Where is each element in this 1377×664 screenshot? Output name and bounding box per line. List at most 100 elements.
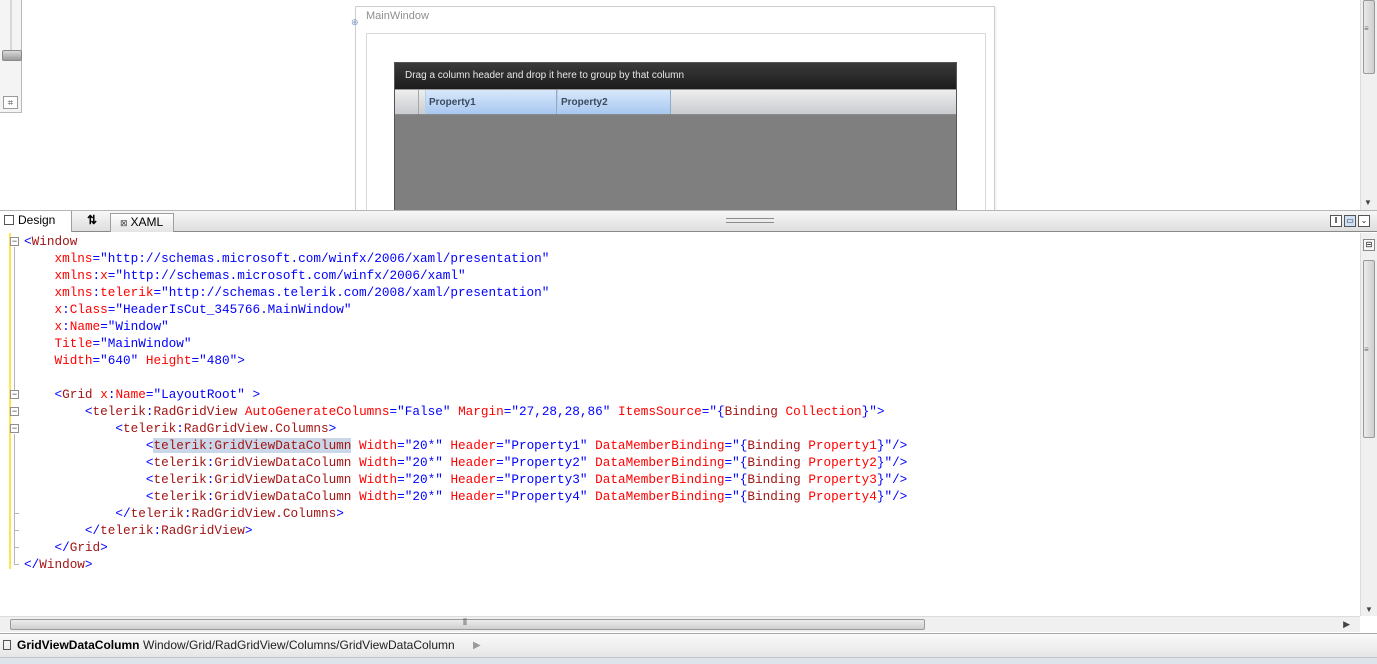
code-token: Binding: [724, 404, 778, 419]
code-token: ="MainWindow": [92, 336, 192, 351]
code-line[interactable]: </telerik:RadGridView.Columns>: [24, 505, 907, 522]
tab-design[interactable]: Design: [0, 211, 72, 232]
code-line[interactable]: [24, 369, 907, 386]
code-token: Height: [145, 353, 192, 368]
code-token: xmlns: [54, 251, 93, 266]
move-handle-icon[interactable]: ⊕: [351, 17, 359, 28]
code-line[interactable]: <telerik:GridViewDataColumn Width="20*" …: [24, 488, 907, 505]
column-header-property1[interactable]: Property1: [425, 90, 557, 114]
code-line[interactable]: Title="MainWindow": [24, 335, 907, 352]
code-token: telerik: [130, 506, 184, 521]
code-line[interactable]: </Window>: [24, 556, 907, 573]
code-token: GridViewDataColumn: [214, 489, 352, 504]
code-line[interactable]: x:Name="Window": [24, 318, 907, 335]
code-token: :: [176, 421, 184, 436]
swap-panes-icon[interactable]: ⇅: [78, 211, 106, 232]
editor-hscroll-thumb[interactable]: [10, 619, 925, 630]
zoom-fit-icon[interactable]: ⌗: [3, 96, 18, 109]
code-token: RadGridView.Columns: [183, 421, 329, 436]
code-line[interactable]: </telerik:RadGridView>: [24, 522, 907, 539]
code-line[interactable]: <telerik:GridViewDataColumn Width="20*" …: [24, 437, 907, 454]
code-token: ="{: [724, 438, 748, 453]
fold-toggle-radgridview[interactable]: −: [10, 407, 19, 416]
split-editor-button[interactable]: ⊟: [1363, 239, 1375, 251]
design-surface[interactable]: ⌗ ⊕ MainWindow Drag a column header and …: [0, 0, 1377, 210]
xaml-code[interactable]: <Window xmlns="http://schemas.microsoft.…: [24, 233, 907, 573]
code-line[interactable]: <Grid x:Name="LayoutRoot" >: [24, 386, 907, 403]
design-vertical-scrollbar[interactable]: ≡ ▼: [1360, 0, 1377, 210]
code-token: Name: [69, 319, 101, 334]
code-token: xmlns: [54, 268, 93, 283]
code-line[interactable]: </Grid>: [24, 539, 907, 556]
vertical-split-button[interactable]: ‖: [1330, 215, 1342, 227]
fold-end-marker: [14, 547, 19, 548]
code-token: >: [84, 557, 93, 572]
design-scroll-thumb[interactable]: [1363, 0, 1375, 74]
breadcrumb-path[interactable]: Window/Grid/RadGridView/Columns/GridView…: [143, 634, 455, 657]
main-window-preview[interactable]: ⊕ MainWindow Drag a column header and dr…: [351, 6, 995, 210]
code-token: DataMemberBinding: [595, 472, 725, 487]
code-line[interactable]: <telerik:GridViewDataColumn Width="20*" …: [24, 454, 907, 471]
code-token: Header: [450, 455, 497, 470]
code-line[interactable]: <telerik:RadGridView AutoGenerateColumns…: [24, 403, 907, 420]
xaml-editor[interactable]: − − − − <Window xmlns="http://schemas.mi…: [0, 233, 1377, 632]
breadcrumb-current-element[interactable]: GridViewDataColumn: [17, 634, 139, 657]
scroll-down-arrow-icon[interactable]: ▼: [1364, 198, 1372, 207]
zoom-slider[interactable]: ⌗: [0, 0, 22, 113]
editor-vertical-scrollbar[interactable]: ⊟ ≡ ▼: [1360, 233, 1377, 616]
code-token: <: [84, 404, 93, 419]
code-token: ="20*": [397, 489, 451, 504]
zoom-track: [10, 0, 12, 52]
code-token: >: [100, 540, 108, 555]
code-token: Header: [450, 472, 497, 487]
code-token: x: [54, 319, 63, 334]
code-line[interactable]: xmlns:x="http://schemas.microsoft.com/wi…: [24, 267, 907, 284]
code-token: :: [62, 319, 70, 334]
code-line[interactable]: xmlns="http://schemas.microsoft.com/winf…: [24, 250, 907, 267]
code-line[interactable]: xmlns:telerik="http://schemas.telerik.co…: [24, 284, 907, 301]
code-token: :: [153, 523, 162, 538]
scroll-right-arrow-icon[interactable]: ▶: [1343, 619, 1350, 630]
scroll-down-arrow-icon[interactable]: ▼: [1365, 605, 1373, 614]
horizontal-split-button[interactable]: ▭: [1344, 215, 1356, 227]
code-token: Grid: [69, 540, 101, 555]
layout-root-grid[interactable]: Drag a column header and drop it here to…: [366, 33, 986, 210]
code-token: Binding: [747, 455, 801, 470]
zoom-slider-thumb[interactable]: [2, 50, 22, 61]
code-line[interactable]: Width="640" Height="480">: [24, 352, 907, 369]
fold-toggle-window[interactable]: −: [10, 237, 19, 246]
code-token: ="27,28,28,86": [503, 404, 618, 419]
code-token: xmlns: [54, 285, 93, 300]
collapse-pane-button[interactable]: ⌄: [1358, 215, 1370, 227]
code-token: }"/>: [876, 438, 908, 453]
code-line[interactable]: <telerik:GridViewDataColumn Width="20*" …: [24, 471, 907, 488]
radgridview[interactable]: Drag a column header and drop it here to…: [394, 62, 957, 210]
tab-xaml[interactable]: ⊠ XAML: [110, 213, 174, 232]
code-token: x: [100, 387, 108, 402]
code-line[interactable]: x:Class="HeaderIsCut_345766.MainWindow": [24, 301, 907, 318]
code-token: telerik: [123, 421, 177, 436]
fold-end-marker: [14, 530, 19, 531]
code-token: Property3: [808, 472, 877, 487]
code-line[interactable]: <telerik:RadGridView.Columns>: [24, 420, 907, 437]
code-token: <: [24, 234, 32, 249]
fold-toggle-grid[interactable]: −: [10, 390, 19, 399]
fold-toggle-columns[interactable]: −: [10, 424, 19, 433]
breadcrumb-next-arrow-icon[interactable]: ▶: [473, 634, 481, 657]
code-token: Binding: [747, 472, 801, 487]
column-header-property2[interactable]: Property2: [557, 90, 671, 114]
group-panel[interactable]: Drag a column header and drop it here to…: [395, 63, 956, 89]
editor-horizontal-scrollbar[interactable]: ⦀ ▶: [0, 616, 1360, 632]
code-token: ="20*": [397, 455, 451, 470]
pane-splitter-grip[interactable]: [726, 218, 774, 223]
code-line[interactable]: <Window: [24, 233, 907, 250]
